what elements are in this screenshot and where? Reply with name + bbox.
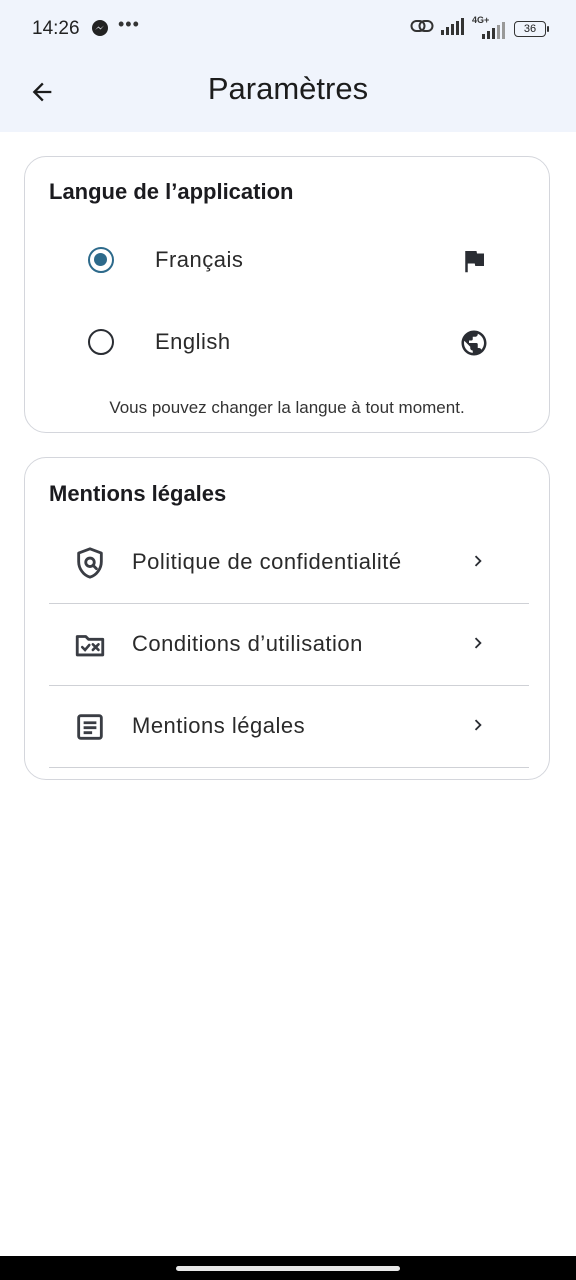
legal-item-privacy[interactable]: Politique de confidentialité [49, 521, 529, 604]
chevron-right-icon [474, 719, 482, 731]
language-option-francais[interactable]: Français [25, 225, 549, 297]
link-icon [410, 18, 434, 39]
home-gesture-handle[interactable] [176, 1266, 400, 1271]
language-label-english: English [155, 329, 231, 354]
folder-check-icon [75, 635, 105, 657]
language-card-title: Langue de l’application [49, 179, 294, 204]
legal-label-notices: Mentions légales [132, 713, 306, 738]
legal-label-privacy: Politique de confidentialité [132, 549, 402, 574]
more-icon: ••• [118, 14, 140, 34]
status-icons: 4G+ 36 [410, 15, 549, 40]
legal-card-title: Mentions légales [49, 481, 227, 506]
language-label-francais: Français [155, 247, 244, 272]
battery-level: 36 [523, 22, 537, 35]
app-bar: Paramètres [0, 58, 576, 132]
chevron-right-icon [474, 637, 482, 649]
signal-icon [440, 17, 466, 40]
messenger-icon [91, 19, 109, 42]
legal-label-terms: Conditions d’utilisation [132, 631, 363, 656]
flag-icon [465, 251, 484, 273]
shield-privacy-icon [77, 547, 103, 579]
system-navigation-bar [0, 1256, 576, 1280]
language-note: Vous pouvez changer la langue à tout mom… [109, 398, 465, 417]
legal-card: Mentions légales Politique de confidenti… [24, 457, 550, 780]
status-time: 14:26 [32, 18, 80, 39]
document-icon [77, 714, 103, 740]
legal-item-terms[interactable]: Conditions d’utilisation [49, 603, 529, 686]
page-title: Paramètres [207, 71, 369, 106]
radio-francais[interactable] [88, 247, 114, 273]
battery-icon: 36 [514, 20, 549, 37]
radio-english[interactable] [88, 329, 114, 355]
legal-item-notices[interactable]: Mentions légales [49, 685, 529, 768]
status-bar: 14:26 ••• 4G+ 36 [0, 0, 576, 58]
language-option-english[interactable]: English [25, 307, 549, 379]
signal-4g-icon: 4G+ [472, 15, 508, 39]
language-card: Langue de l’application Français English… [24, 156, 550, 433]
chevron-right-icon [474, 555, 482, 567]
globe-icon [461, 330, 487, 356]
